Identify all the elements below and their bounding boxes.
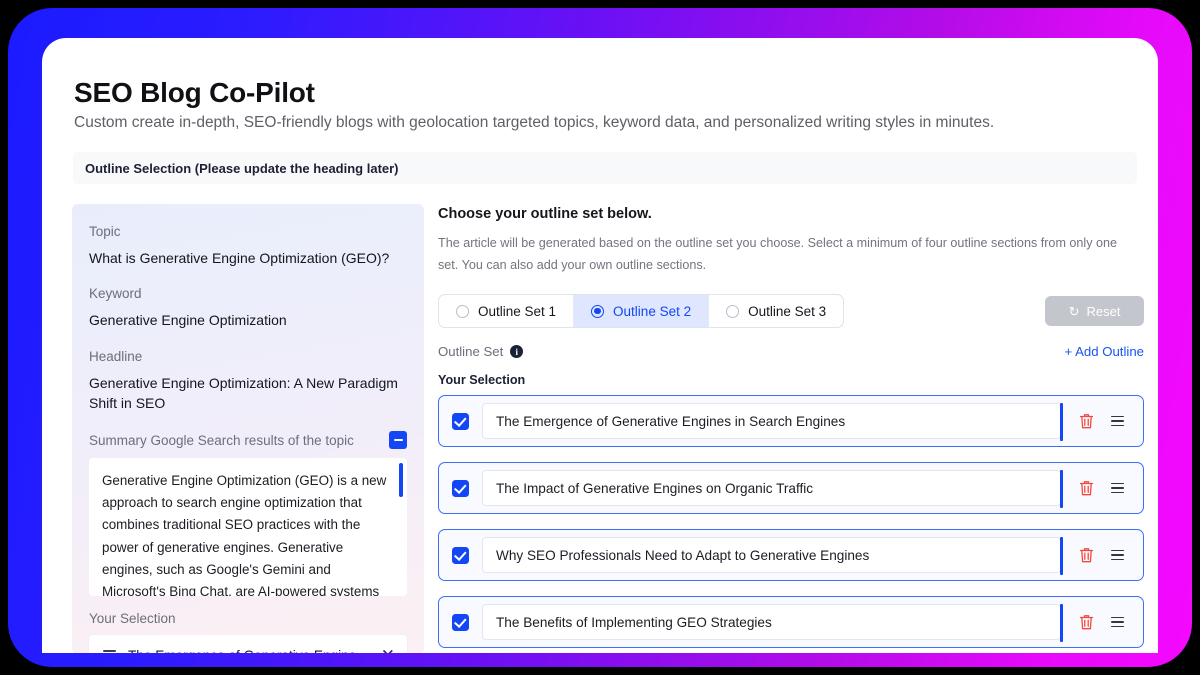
- outline-set-selector-row: Outline Set 1 Outline Set 2 Outline Set …: [438, 294, 1144, 329]
- main-panel: Choose your outline set below. The artic…: [438, 204, 1144, 653]
- app-card: SEO Blog Co-Pilot Custom create in-depth…: [42, 38, 1158, 653]
- radio-label: Outline Set 1: [478, 303, 557, 319]
- gradient-frame: SEO Blog Co-Pilot Custom create in-depth…: [8, 8, 1192, 667]
- choose-outline-title: Choose your outline set below.: [438, 206, 652, 222]
- drag-handle-icon[interactable]: [103, 648, 116, 653]
- field-label-keyword: Keyword: [89, 286, 142, 302]
- radio-label: Outline Set 3: [748, 303, 827, 319]
- drag-handle-icon[interactable]: [1111, 413, 1133, 429]
- field-value-keyword: Generative Engine Optimization: [89, 312, 287, 329]
- close-icon[interactable]: ✕: [381, 647, 395, 653]
- text-caret: [1060, 470, 1063, 509]
- checkbox-icon[interactable]: [452, 479, 469, 497]
- field-label-topic: Topic: [89, 224, 121, 239]
- sidebar-field-topic: Topic What is Generative Engine Optimiza…: [89, 224, 407, 268]
- trash-icon[interactable]: [1074, 547, 1098, 564]
- outline-text-input[interactable]: The Impact of Generative Engines on Orga…: [482, 470, 1063, 509]
- checkbox-icon[interactable]: [452, 613, 469, 631]
- field-value-headline: Generative Engine Optimization: A New Pa…: [89, 374, 398, 411]
- outline-text-value: The Emergence of Generative Engines in S…: [496, 413, 846, 429]
- radio-outline-set-2[interactable]: Outline Set 2: [574, 295, 710, 328]
- sidebar-field-keyword: Keyword Generative Engine Optimization: [89, 286, 407, 330]
- text-caret: [1060, 604, 1063, 643]
- summary-label: Summary Google Search results of the top…: [89, 432, 354, 448]
- summary-header: Summary Google Search results of the top…: [89, 431, 407, 450]
- radio-outline-set-1[interactable]: Outline Set 1: [439, 295, 575, 328]
- table-row[interactable]: The Benefits of Implementing GEO Strateg…: [438, 596, 1144, 649]
- radio-icon: [726, 304, 740, 318]
- reset-button-label: Reset: [1086, 303, 1121, 319]
- radio-icon: [591, 304, 605, 318]
- trash-icon[interactable]: [1074, 413, 1098, 430]
- sidebar-field-headline: Headline Generative Engine Optimization:…: [89, 349, 407, 414]
- summary-text: Generative Engine Optimization (GEO) is …: [102, 473, 387, 597]
- outline-text-value: The Benefits of Implementing GEO Strateg…: [496, 614, 772, 630]
- table-row[interactable]: Why SEO Professionals Need to Adapt to G…: [438, 529, 1144, 582]
- summary-scrollbar[interactable]: [399, 463, 403, 498]
- summary-textbox[interactable]: Generative Engine Optimization (GEO) is …: [89, 458, 407, 597]
- your-selection-label: Your Selection: [438, 373, 526, 388]
- section-banner: Outline Selection (Please update the hea…: [73, 152, 1137, 184]
- page-subtitle: Custom create in-depth, SEO-friendly blo…: [74, 114, 995, 131]
- radio-outline-set-3[interactable]: Outline Set 3: [709, 295, 843, 327]
- drag-handle-icon[interactable]: [1111, 547, 1133, 563]
- outline-set-label: Outline Set: [438, 344, 504, 360]
- outline-text-input[interactable]: The Benefits of Implementing GEO Strateg…: [482, 604, 1063, 643]
- list-item-label: The Emergence of Generative Engine...: [128, 648, 369, 653]
- checkbox-icon[interactable]: [452, 412, 469, 430]
- minus-icon[interactable]: [389, 431, 407, 450]
- choose-outline-description: The article will be generated based on t…: [438, 236, 1118, 273]
- outline-set-label-group: Outline Set i: [438, 344, 524, 360]
- refresh-icon: ↻: [1068, 303, 1080, 319]
- page-title: SEO Blog Co-Pilot: [74, 77, 315, 108]
- text-caret: [1060, 537, 1063, 576]
- trash-icon[interactable]: [1074, 614, 1098, 631]
- reset-button[interactable]: ↻ Reset: [1045, 296, 1144, 327]
- outline-text-input[interactable]: The Emergence of Generative Engines in S…: [482, 403, 1063, 442]
- outline-text-value: Why SEO Professionals Need to Adapt to G…: [496, 547, 870, 563]
- outline-text-input[interactable]: Why SEO Professionals Need to Adapt to G…: [482, 537, 1063, 576]
- radio-icon: [456, 304, 469, 318]
- list-item[interactable]: The Emergence of Generative Engine... ✕: [89, 635, 407, 653]
- table-row[interactable]: The Impact of Generative Engines on Orga…: [438, 462, 1144, 515]
- drag-handle-icon[interactable]: [1111, 480, 1133, 496]
- field-value-topic: What is Generative Engine Optimization (…: [89, 250, 390, 266]
- sidebar-panel: Topic What is Generative Engine Optimiza…: [72, 204, 424, 653]
- text-caret: [1060, 403, 1063, 442]
- checkbox-icon[interactable]: [452, 546, 469, 564]
- table-row[interactable]: The Emergence of Generative Engines in S…: [438, 395, 1144, 448]
- field-label-headline: Headline: [89, 348, 143, 364]
- outline-set-radio-group: Outline Set 1 Outline Set 2 Outline Set …: [438, 294, 845, 329]
- content-row: Topic What is Generative Engine Optimiza…: [72, 204, 1144, 653]
- info-icon[interactable]: i: [510, 345, 524, 359]
- add-outline-button[interactable]: + Add Outline: [1064, 344, 1144, 359]
- drag-handle-icon[interactable]: [1111, 614, 1133, 630]
- radio-label: Outline Set 2: [613, 303, 692, 319]
- outline-text-value: The Impact of Generative Engines on Orga…: [496, 480, 814, 496]
- outline-set-label-row: Outline Set i + Add Outline: [438, 344, 1144, 359]
- trash-icon[interactable]: [1074, 480, 1098, 497]
- section-banner-label: Outline Selection (Please update the hea…: [85, 160, 399, 176]
- sidebar-selection-label: Your Selection: [89, 611, 176, 627]
